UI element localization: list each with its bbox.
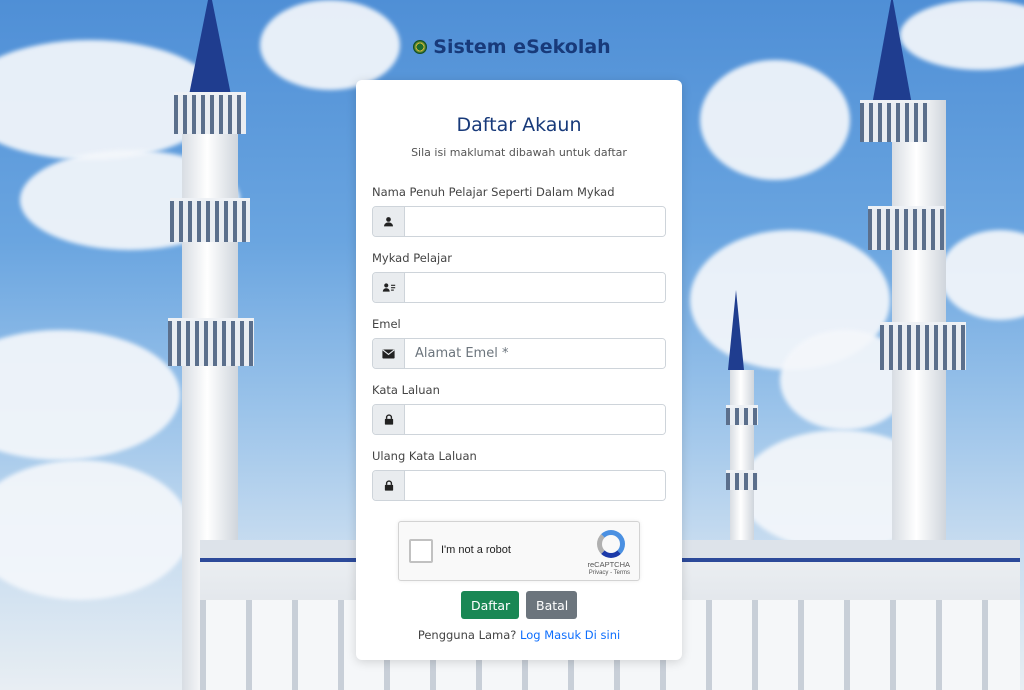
- input-group-mykad: [372, 272, 666, 303]
- cancel-button[interactable]: Batal: [526, 591, 577, 619]
- lock-icon: [373, 471, 405, 500]
- existing-user-line: Pengguna Lama? Log Masuk Di sini: [372, 628, 666, 642]
- field-label-mykad: Mykad Pelajar: [372, 251, 453, 265]
- register-button[interactable]: Daftar: [461, 591, 519, 619]
- brand-header: Sistem eSekolah: [0, 36, 1024, 58]
- email-input[interactable]: [405, 339, 665, 368]
- recaptcha-label: I'm not a robot: [441, 544, 511, 556]
- mykad-input[interactable]: [405, 273, 665, 302]
- envelope-icon: [373, 339, 405, 368]
- recaptcha-terms-link[interactable]: Privacy - Terms: [589, 570, 630, 576]
- id-card-icon: [373, 273, 405, 302]
- existing-user-prompt: Pengguna Lama?: [417, 628, 517, 642]
- password-input[interactable]: [405, 405, 665, 434]
- user-icon: [373, 207, 405, 236]
- recaptcha-checkbox[interactable]: [409, 539, 433, 563]
- school-crest-icon: [413, 40, 428, 54]
- full-name-input[interactable]: [405, 207, 665, 236]
- card-title: Daftar Akaun: [456, 114, 582, 136]
- lock-icon: [373, 405, 405, 434]
- field-full-name: Nama Penuh Pelajar Seperti Dalam Mykad: [372, 185, 666, 237]
- field-password: Kata Laluan: [372, 383, 666, 435]
- brand-title: Sistem eSekolah: [433, 36, 611, 58]
- recaptcha-widget: I'm not a robot reCAPTCHA Privacy - Term…: [398, 521, 640, 581]
- recaptcha-logo-icon: [597, 530, 625, 558]
- field-email: Emel: [372, 317, 666, 369]
- login-link[interactable]: Log Masuk Di sini: [520, 628, 620, 642]
- confirm-password-input[interactable]: [405, 471, 665, 500]
- card-subtitle: Sila isi maklumat dibawah untuk daftar: [411, 146, 627, 159]
- input-group-email: [372, 338, 666, 369]
- form-actions: Daftar Batal: [372, 591, 666, 619]
- field-label-confirm-password: Ulang Kata Laluan: [372, 449, 477, 463]
- field-confirm-password: Ulang Kata Laluan: [372, 449, 666, 501]
- register-form: Nama Penuh Pelajar Seperti Dalam Mykad M…: [372, 185, 666, 642]
- field-label-full-name: Nama Penuh Pelajar Seperti Dalam Mykad: [372, 185, 615, 199]
- field-label-password: Kata Laluan: [372, 383, 440, 397]
- field-mykad: Mykad Pelajar: [372, 251, 666, 303]
- input-group-confirm-password: [372, 470, 666, 501]
- field-label-email: Emel: [372, 317, 401, 331]
- input-group-full-name: [372, 206, 666, 237]
- recaptcha-brand: reCAPTCHA: [587, 560, 630, 569]
- input-group-password: [372, 404, 666, 435]
- register-card: Daftar Akaun Sila isi maklumat dibawah u…: [356, 80, 682, 660]
